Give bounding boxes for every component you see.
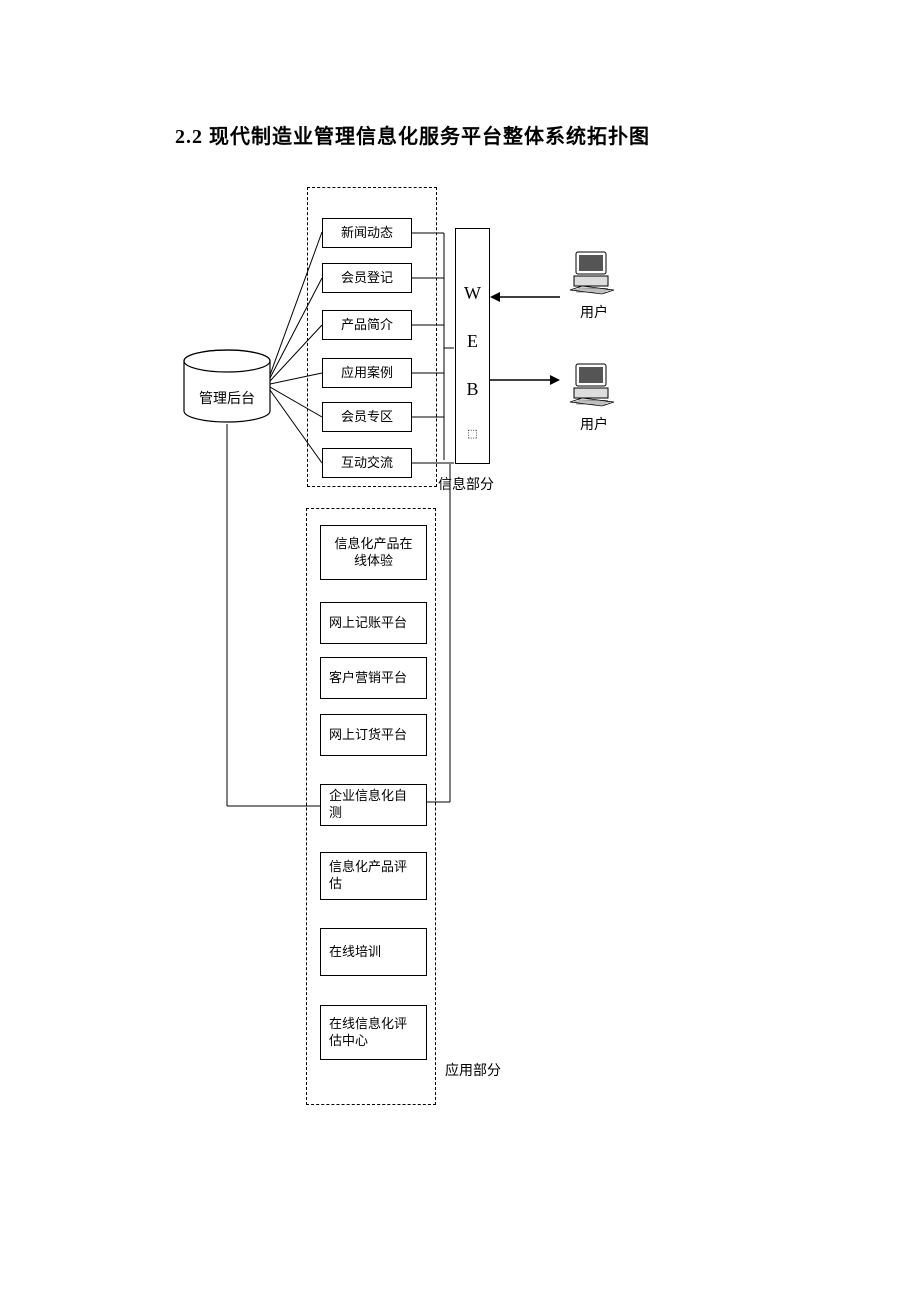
app-box-online-trial: 信息化产品在线体验	[320, 525, 427, 580]
app-box-self-assess: 企业信息化自测	[320, 784, 427, 826]
info-to-web-connectors	[412, 228, 462, 488]
app-box-online-accounting: 网上记账平台	[320, 602, 427, 644]
database-label: 管理后台	[199, 388, 255, 408]
info-box-member-area: 会员专区	[322, 402, 412, 432]
app-box-online-training: 在线培训	[320, 928, 427, 976]
web-letter-e: E	[467, 331, 478, 352]
web-to-app-connector	[427, 464, 457, 809]
app-section-label: 应用部分	[445, 1060, 501, 1080]
app-box-customer-marketing: 客户营销平台	[320, 657, 427, 699]
db-to-app-connector	[224, 424, 324, 814]
web-letter-w: W	[464, 283, 481, 304]
web-link-icon: ⬚	[467, 427, 477, 440]
app-box-product-eval: 信息化产品评估	[320, 852, 427, 900]
app-box-online-ordering: 网上订货平台	[320, 714, 427, 756]
web-user-arrows	[490, 285, 565, 395]
info-box-interact: 互动交流	[322, 448, 412, 478]
app-box-eval-center: 在线信息化评估中心	[320, 1005, 427, 1060]
web-letter-b: B	[466, 379, 478, 400]
database-icon	[182, 349, 272, 419]
info-box-case: 应用案例	[322, 358, 412, 388]
user-label-2: 用户	[580, 414, 608, 434]
user-label-1: 用户	[580, 302, 608, 322]
info-box-news: 新闻动态	[322, 218, 412, 248]
info-box-member-reg: 会员登记	[322, 263, 412, 293]
computer-icon-2	[568, 362, 618, 412]
info-box-product-intro: 产品简介	[322, 310, 412, 340]
computer-icon-1	[568, 250, 618, 300]
diagram-canvas: 管理后台 新闻动态 会员登记 产品简介 应用案例 会员专区 互动交流 信息部分 …	[0, 0, 920, 1302]
